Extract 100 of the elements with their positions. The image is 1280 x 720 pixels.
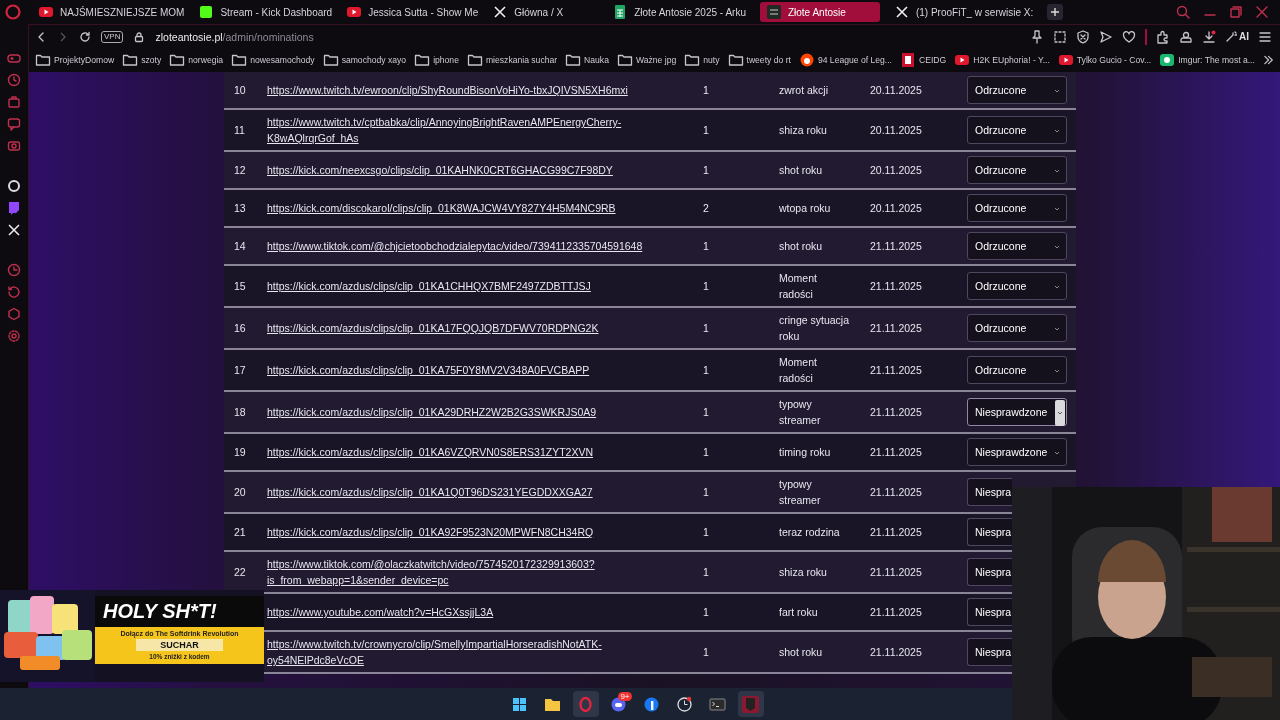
chat-bubble-icon[interactable] <box>7 201 21 215</box>
bookmark[interactable]: 94 League of Leg... <box>798 52 892 68</box>
history-icon[interactable] <box>7 285 21 299</box>
status-select[interactable]: Odrzucone <box>967 314 1067 342</box>
clip-link[interactable]: https://kick.com/azdus/clips/clip_01KA92F9523N20MPWFN8CH34RQ <box>267 524 594 540</box>
bookmark[interactable]: szoty <box>122 52 162 68</box>
clip-link[interactable]: https://www.tiktok.com/@chjcietoobchodzialepytac/video/7394112335704591648 <box>267 238 643 254</box>
heart-icon[interactable] <box>1122 29 1136 44</box>
vote-count: 1 <box>703 280 709 292</box>
row-number: 22 <box>234 566 246 578</box>
vote-count: 1 <box>703 646 709 658</box>
clip-link[interactable]: https://kick.com/azdus/clips/clip_01KA6VZQRVN0S8ERS31ZYT2XVN <box>267 444 594 460</box>
bookmark[interactable]: nowesamochody <box>231 52 315 68</box>
address-field[interactable]: zloteantosie.pl/admin/nominations <box>155 30 314 43</box>
status-select[interactable]: Niespra <box>967 518 1013 546</box>
status-select[interactable]: Niesprawdzone <box>967 438 1067 466</box>
row-number: 11 <box>234 124 245 136</box>
settings-icon[interactable] <box>7 329 21 343</box>
bookmark[interactable]: tweety do rt <box>727 52 791 68</box>
bookmark[interactable]: Ważne jpg <box>616 52 677 68</box>
bag-icon[interactable] <box>7 95 21 109</box>
status-select[interactable]: Odrzucone <box>967 76 1067 104</box>
clip-link[interactable]: https://www.tiktok.com/@olaczkatwitch/video/7574520172329913603? is_from_webapp=1&sender_device=pc <box>267 556 595 588</box>
clip-link[interactable]: https://kick.com/azdus/clips/clip_01KA75F0Y8MV2V348A0FVCBAPP <box>267 362 590 378</box>
bookmark[interactable]: Tylko Gucio - Cov... <box>1057 52 1152 68</box>
vote-count: 1 <box>703 446 709 458</box>
clip-link[interactable]: https://www.twitch.tv/cptbabka/clip/AnnoyingBrightRavenAMPEnergyCherry- K8wAQlrqrGof_hAs <box>267 114 622 146</box>
date-text: 21.11.2025 <box>870 322 922 334</box>
status-select[interactable]: Odrzucone <box>967 116 1067 144</box>
vote-count: 2 <box>703 202 709 214</box>
category-text: shot roku <box>779 164 823 176</box>
status-select[interactable]: Niespra <box>967 638 1013 666</box>
row-number: 17 <box>234 364 246 376</box>
bookmark[interactable]: norwegia <box>169 52 224 68</box>
clip-link[interactable]: https://kick.com/neexcsgo/clips/clip_01KAHNK0CRT6GHACG99C7F98DY <box>267 162 613 178</box>
bookmark[interactable]: CEIDG <box>900 52 947 68</box>
tab[interactable]: Złote Antosie <box>759 2 880 22</box>
tab[interactable]: Złote Antosie 2025 - Arku <box>606 2 752 22</box>
snapshot-icon[interactable] <box>1053 29 1067 44</box>
download-icon[interactable] <box>1202 29 1216 44</box>
status-select[interactable]: Niespra <box>967 598 1013 626</box>
puzzle-icon[interactable] <box>1156 29 1170 44</box>
browser-logo-icon[interactable] <box>5 4 21 20</box>
clip-link[interactable]: https://www.twitch.tv/ewroon/clip/ShyRoundBisonVoHiYo-tbxJQIVSN5XH6mxi <box>267 82 628 98</box>
tab[interactable]: Jessica Sutta - Show Me <box>340 2 485 22</box>
message-icon[interactable] <box>7 117 21 131</box>
status-select[interactable]: Odrzucone <box>967 194 1067 222</box>
date-text: 21.11.2025 <box>870 280 922 292</box>
camera-icon[interactable] <box>7 139 21 153</box>
bookmark[interactable]: iphone <box>414 52 459 68</box>
clip-link[interactable]: https://www.youtube.com/watch?v=HcGXssjjL3A <box>267 604 494 620</box>
tab[interactable]: Główna / X <box>486 2 605 22</box>
bookmark[interactable]: nuty <box>684 52 720 68</box>
row-number: 10 <box>234 84 246 96</box>
ai-button[interactable]: AI <box>1225 30 1249 43</box>
bookmark[interactable]: Nauka <box>565 52 609 68</box>
status-select[interactable]: Odrzucone <box>967 356 1067 384</box>
pin-icon[interactable] <box>1030 29 1044 44</box>
clock-icon[interactable] <box>7 263 21 277</box>
bookmark[interactable]: ProjektyDomow <box>35 52 115 68</box>
folder-icon <box>122 52 139 68</box>
clip-link[interactable]: https://kick.com/azdus/clips/clip_01KA29DRHZ2W2B2G3SWKRJS0A9 <box>267 404 597 420</box>
gamepad-icon[interactable] <box>7 51 21 65</box>
close-icon[interactable] <box>1256 6 1268 18</box>
cross-icon[interactable] <box>7 223 21 237</box>
status-select[interactable]: Odrzucone <box>967 232 1067 260</box>
restore-icon[interactable] <box>1230 6 1242 18</box>
shield-icon[interactable] <box>1076 29 1090 44</box>
date-text: 21.11.2025 <box>870 446 922 458</box>
clip-link[interactable]: https://kick.com/azdus/clips/clip_01KA1Q0T96DS231YEGDDXXGA27 <box>267 484 593 500</box>
clip-link[interactable]: https://kick.com/azdus/clips/clip_01KA17FQQJQB7DFWV70RDPNG2K <box>267 320 599 336</box>
ring-icon[interactable] <box>7 179 21 193</box>
category-text: cringe sytuacja roku <box>779 314 850 342</box>
clip-link[interactable]: https://www.twitch.tv/crownycro/clip/SmellyImpartialHorseradishNotATK- oy54NElPdc8eVcOE <box>267 636 602 668</box>
tab[interactable]: (1) ProoFiT_ w serwisie X: <box>887 2 1040 22</box>
status-select[interactable]: Niesprawdzone <box>967 398 1067 426</box>
bookmark[interactable]: samochody xayo <box>322 52 407 68</box>
status-select[interactable]: Niespra <box>967 478 1013 506</box>
new-tab-button[interactable] <box>1047 4 1064 20</box>
taskbar-app[interactable]: 9+ <box>605 691 632 717</box>
send-icon[interactable] <box>1099 29 1113 44</box>
bookmark[interactable]: Imgur: The most a... <box>1159 52 1255 68</box>
vpn-badge[interactable]: VPN <box>101 30 124 43</box>
bookmark[interactable]: H2K EUphoria! - Y... <box>954 52 1050 68</box>
chevron-icon[interactable] <box>1262 54 1274 66</box>
status-select[interactable]: Odrzucone <box>967 156 1067 184</box>
status-select[interactable]: Odrzucone <box>967 272 1067 300</box>
folder-icon <box>414 52 431 68</box>
menu-icon[interactable] <box>1258 29 1272 44</box>
bookmark[interactable]: mieszkania suchar <box>466 52 558 68</box>
reload-icon[interactable] <box>79 30 91 43</box>
tab[interactable]: Stream - Kick Dashboard <box>192 2 339 22</box>
clip-link[interactable]: https://kick.com/azdus/clips/clip_01KA1CHHQX7BMF2497ZDBTTJSJ <box>267 278 591 294</box>
tab[interactable]: NAJŚMIESZNIEJSZE MOM <box>32 2 191 22</box>
search-icon[interactable] <box>1176 5 1190 19</box>
clip-link[interactable]: https://kick.com/discokarol/clips/clip_01K8WAJCW4VY827Y4H5M4NC9RB <box>267 200 616 216</box>
profile-icon[interactable] <box>1179 29 1193 44</box>
cube-icon[interactable] <box>7 307 21 321</box>
status-select[interactable]: Niespra <box>967 558 1013 586</box>
circle-icon <box>643 695 660 713</box>
